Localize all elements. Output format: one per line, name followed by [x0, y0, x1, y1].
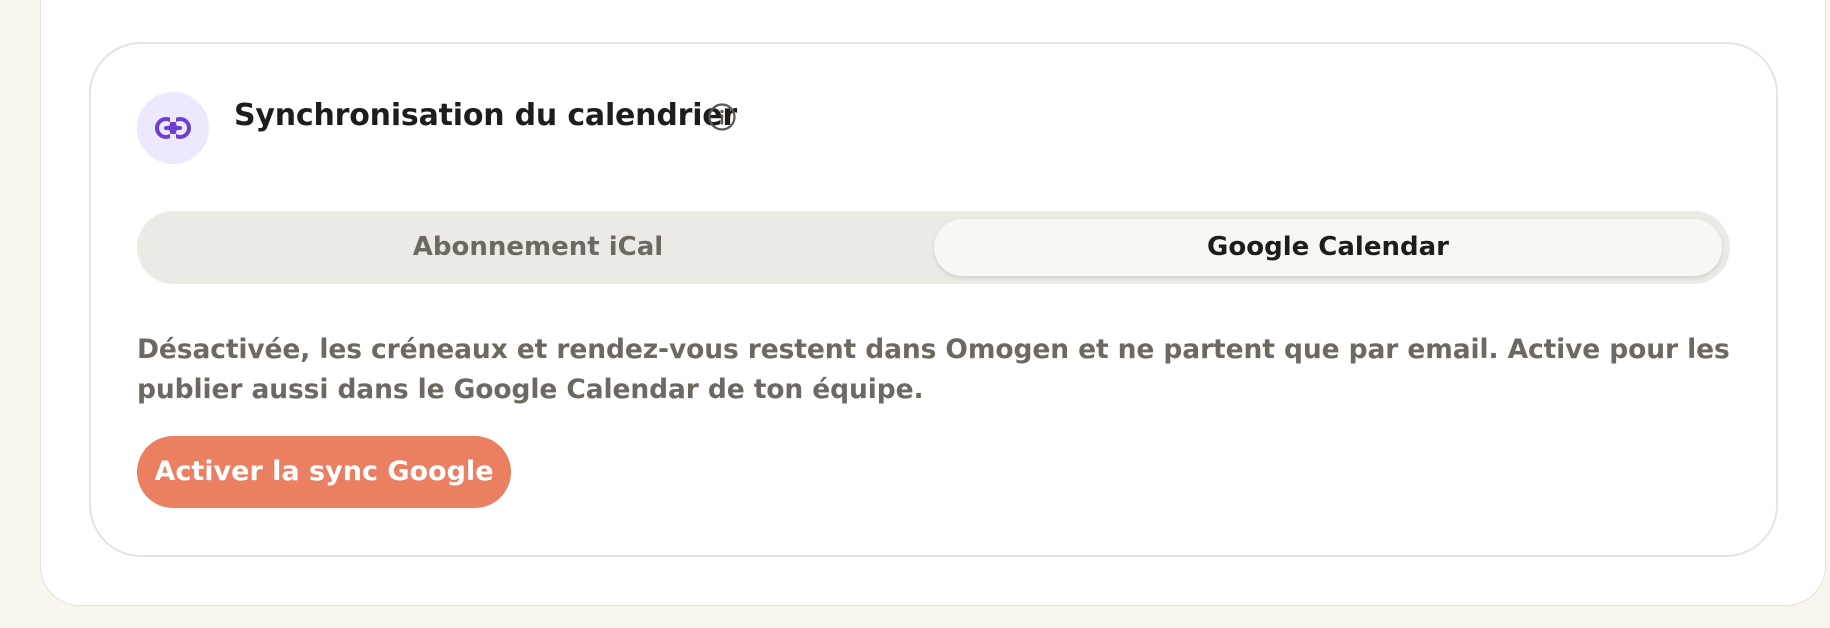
link-icon — [155, 116, 191, 140]
tab-google-calendar[interactable]: Google Calendar — [934, 219, 1722, 276]
tab-ical-subscription[interactable]: Abonnement iCal — [145, 219, 931, 276]
info-icon[interactable] — [707, 102, 737, 132]
sync-mode-tabs: Abonnement iCal Google Calendar — [137, 211, 1730, 284]
sync-description: Désactivée, les créneaux et rendez-vous … — [137, 334, 1730, 405]
link-badge — [137, 92, 209, 164]
activate-google-sync-button[interactable]: Activer la sync Google — [137, 436, 511, 508]
card-title: Synchronisation du calendrier — [234, 98, 738, 133]
